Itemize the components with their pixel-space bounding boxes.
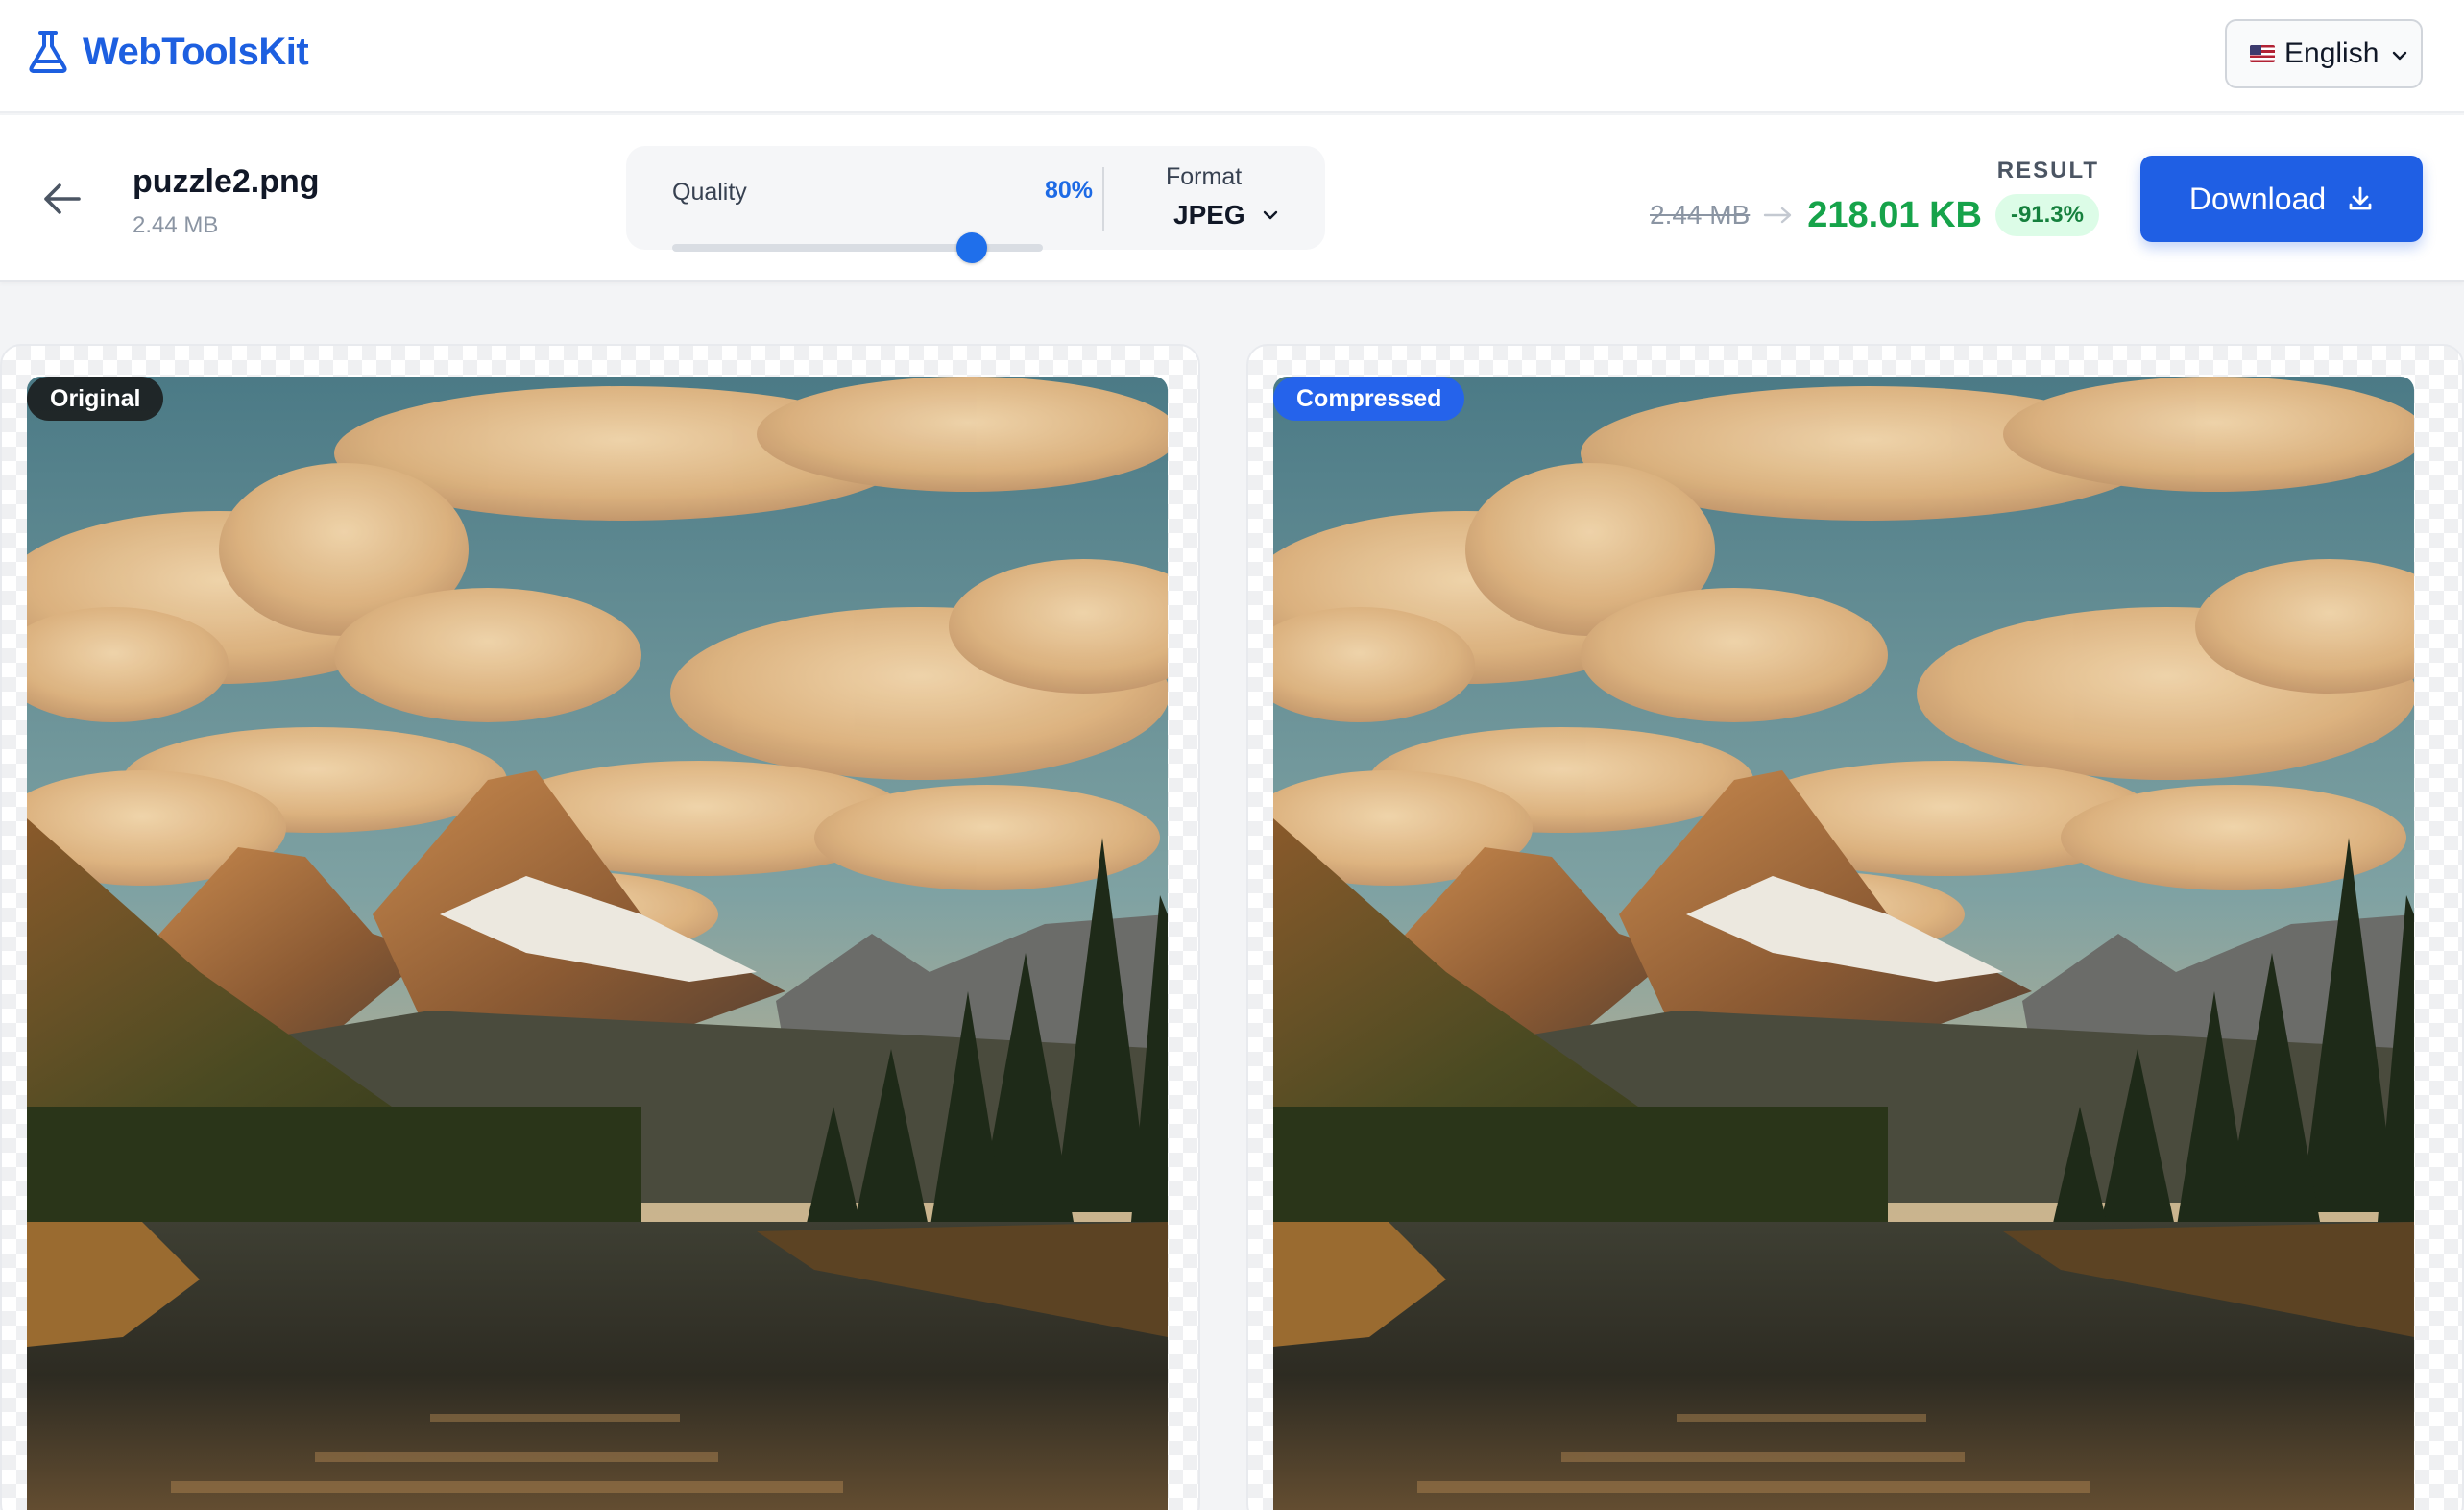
result-label: RESULT [1996,158,2099,183]
arrow-right-icon [1764,207,1792,224]
compress-toolbar: puzzle2.png 2.44 MB Quality 80% Format J… [0,115,2464,282]
quality-slider-track[interactable] [672,244,1043,252]
chevron-down-icon [1263,210,1277,220]
original-size: 2.44 MB [1650,200,1751,230]
top-nav: WebToolsKit English [0,0,2464,113]
file-info: puzzle2.png 2.44 MB [133,163,320,239]
back-arrow-icon[interactable] [40,177,85,221]
original-image [27,377,1168,1510]
original-badge: Original [27,377,164,421]
download-label: Download [2188,181,2327,216]
chevron-down-icon [2392,51,2407,61]
download-button[interactable]: Download [2140,156,2423,242]
format-value: JPEG [1173,200,1245,230]
quality-value: 80% [1044,177,1093,204]
reduction-badge: -91.3% [1994,194,2099,236]
compressed-image [1273,377,2414,1510]
compressed-size: 218.01 KB [1807,194,1982,235]
compressed-panel: Compressed [1246,344,2464,1510]
file-size: 2.44 MB [133,212,219,238]
language-label: English [2284,37,2379,69]
brand-name: WebToolsKit [83,30,309,73]
file-name: puzzle2.png [133,163,320,200]
quality-label: Quality [672,179,747,206]
result-summary: RESULT 2.44 MB 218.01 KB -91.3% [1632,158,2099,254]
format-label: Format [1166,163,1243,190]
quality-slider-thumb[interactable] [955,232,987,263]
format-select[interactable]: JPEG [1173,200,1280,231]
language-select[interactable]: English [2225,19,2423,88]
compression-settings: Quality 80% Format JPEG [626,146,1325,263]
brand[interactable]: WebToolsKit [27,29,309,75]
compressed-badge: Compressed [1273,377,1465,421]
us-flag-icon [2250,45,2275,62]
divider [1102,167,1104,231]
flask-icon [29,31,67,73]
result-row: 2.44 MB 218.01 KB -91.3% [1650,194,2099,236]
download-icon [2349,186,2372,210]
original-panel: Original [0,344,1200,1510]
